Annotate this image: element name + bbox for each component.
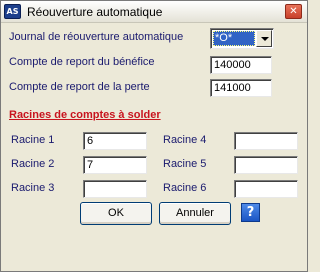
racine-2-input[interactable]: 7 <box>83 156 147 174</box>
window-title: Réouverture automatique <box>27 5 163 19</box>
racine-3-input[interactable] <box>83 180 147 198</box>
racine-2-label: Racine 2 <box>11 158 55 170</box>
app-logo-icon: AS <box>4 4 21 19</box>
racines-section-title: Racines de comptes à solder <box>9 109 161 121</box>
racine-5-input[interactable] <box>234 156 298 174</box>
dialog-window: AS Réouverture automatique ✕ Journal de … <box>0 0 308 272</box>
racine-5-label: Racine 5 <box>163 158 207 170</box>
racine-6-label: Racine 6 <box>163 182 207 194</box>
help-icon[interactable]: ? <box>241 203 260 222</box>
journal-select[interactable]: *O* <box>210 28 274 49</box>
ok-button[interactable]: OK <box>80 202 152 225</box>
title-bar[interactable]: AS Réouverture automatique ✕ <box>1 1 307 23</box>
journal-selected-value: *O* <box>213 31 255 46</box>
racine-6-input[interactable] <box>234 180 298 198</box>
perte-input[interactable]: 141000 <box>210 79 272 97</box>
journal-label: Journal de réouverture automatique <box>9 31 184 43</box>
benefice-input[interactable]: 140000 <box>210 56 272 74</box>
close-button[interactable]: ✕ <box>285 4 302 19</box>
racine-4-input[interactable] <box>234 132 298 150</box>
perte-label: Compte de report de la perte <box>9 81 150 93</box>
racine-4-label: Racine 4 <box>163 134 207 146</box>
dropdown-arrow-icon[interactable] <box>256 30 272 47</box>
racine-1-label: Racine 1 <box>11 134 55 146</box>
racine-1-input[interactable]: 6 <box>83 132 147 150</box>
cancel-button[interactable]: Annuler <box>159 202 231 225</box>
benefice-label: Compte de report du bénéfice <box>9 56 155 68</box>
racine-3-label: Racine 3 <box>11 182 55 194</box>
